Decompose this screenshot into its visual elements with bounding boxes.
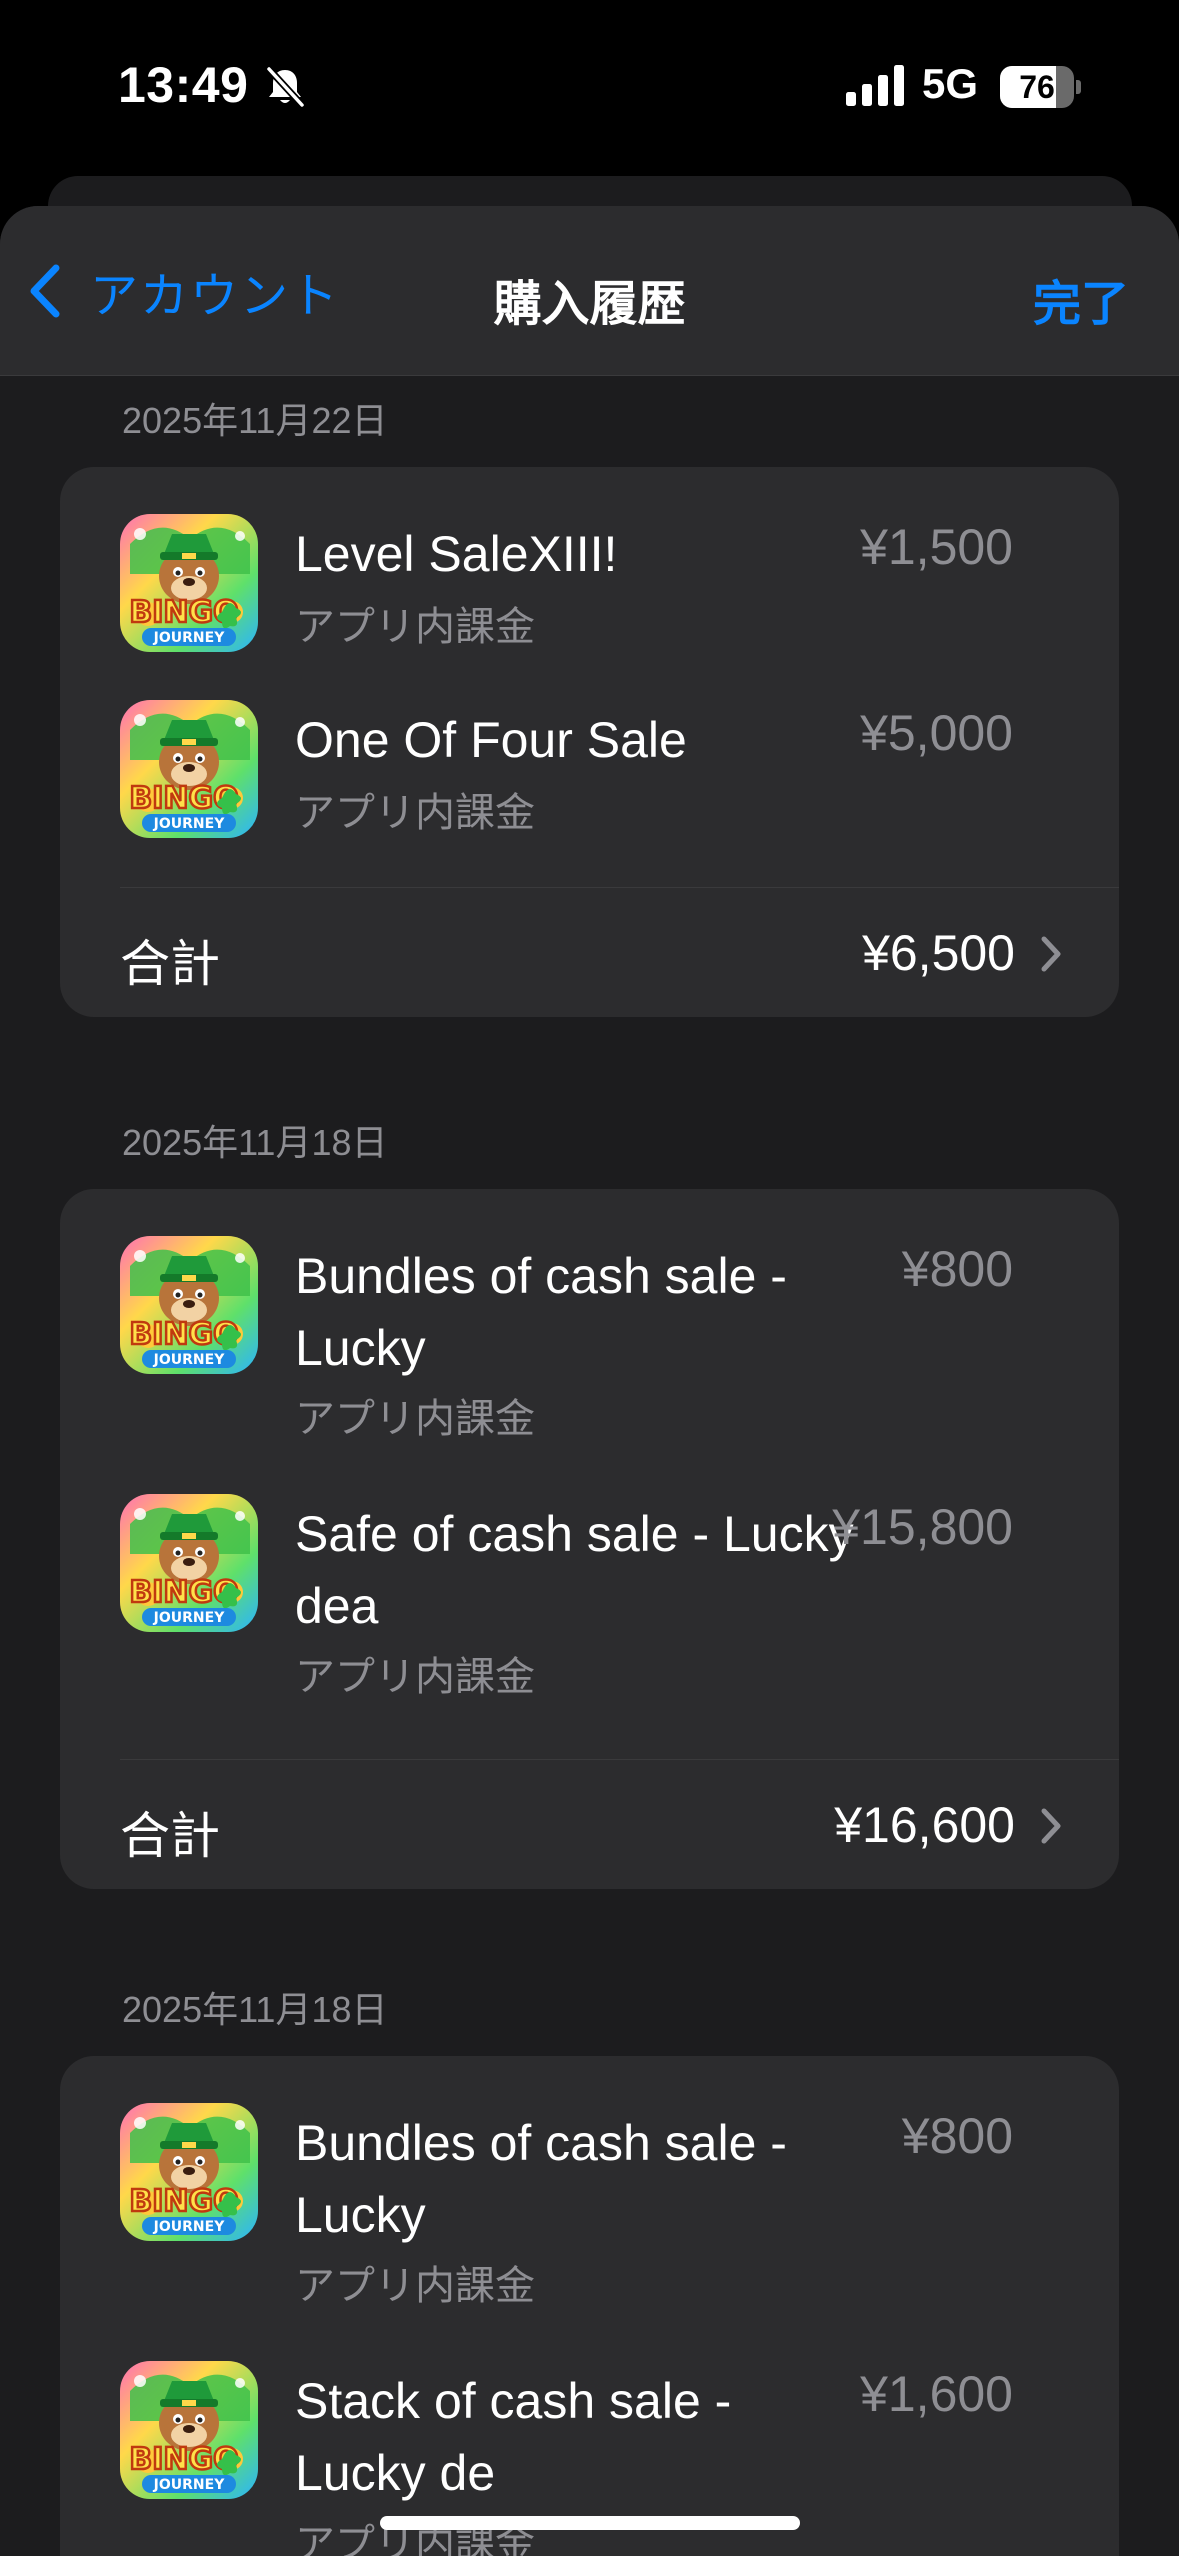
chevron-right-icon bbox=[1041, 936, 1061, 972]
battery-icon: 76 bbox=[1000, 66, 1081, 108]
total-label: 合計 bbox=[120, 936, 220, 992]
purchase-item[interactable]: Bundles of cash sale - Lucky アプリ内課金 ¥800 bbox=[60, 2056, 1119, 2314]
bingo-journey-app-icon bbox=[120, 1494, 258, 1632]
purchase-item[interactable]: Safe of cash sale - Lucky dea アプリ内課金 ¥15… bbox=[60, 1447, 1119, 1727]
cellular-signal-icon bbox=[846, 65, 904, 106]
purchase-history-sheet: アカウント 購入履歴 完了 2025年11月22日 Level SaleXIII… bbox=[0, 206, 1179, 2556]
battery-level: 76 bbox=[1019, 69, 1055, 105]
purchase-item[interactable]: Bundles of cash sale - Lucky アプリ内課金 ¥800 bbox=[60, 1189, 1119, 1447]
item-title: Bundles of cash sale - Lucky bbox=[295, 1248, 787, 1376]
bingo-journey-app-icon bbox=[120, 700, 258, 838]
back-button[interactable]: アカウント bbox=[24, 258, 340, 324]
item-subtitle: アプリ内課金 bbox=[295, 2264, 535, 2308]
item-title: Stack of cash sale - Lucky de bbox=[295, 2373, 732, 2501]
item-price: ¥1,500 bbox=[860, 519, 1013, 575]
total-row[interactable]: 合計 ¥16,600 bbox=[60, 1760, 1119, 1889]
total-label: 合計 bbox=[120, 1808, 220, 1864]
purchase-group: Level SaleXIII! アプリ内課金 ¥1,500 One Of Fou… bbox=[60, 467, 1119, 1017]
bingo-journey-app-icon bbox=[120, 2361, 258, 2499]
item-title: Safe of cash sale - Lucky dea bbox=[295, 1506, 854, 1634]
section-date: 2025年11月18日 bbox=[122, 1122, 388, 1163]
bingo-journey-app-icon bbox=[120, 2103, 258, 2241]
item-subtitle: アプリ内課金 bbox=[295, 1655, 535, 1699]
status-bar: 13:49 5G 76 bbox=[0, 0, 1179, 176]
item-subtitle: アプリ内課金 bbox=[295, 1397, 535, 1441]
home-indicator[interactable] bbox=[380, 2516, 800, 2530]
item-subtitle: アプリ内課金 bbox=[295, 791, 535, 835]
total-row[interactable]: 合計 ¥6,500 bbox=[60, 888, 1119, 1017]
bingo-journey-app-icon bbox=[120, 1236, 258, 1374]
item-subtitle: アプリ内課金 bbox=[295, 605, 535, 649]
bingo-journey-app-icon bbox=[120, 514, 258, 652]
done-button[interactable]: 完了 bbox=[1033, 264, 1129, 334]
item-price: ¥800 bbox=[901, 2108, 1013, 2164]
item-title: Level SaleXIII! bbox=[295, 526, 618, 582]
chevron-left-icon bbox=[30, 264, 60, 318]
item-price: ¥1,600 bbox=[860, 2366, 1013, 2422]
purchase-list[interactable]: 2025年11月22日 Level SaleXIII! アプリ内課金 ¥1,50… bbox=[0, 376, 1179, 2556]
item-title: Bundles of cash sale - Lucky bbox=[295, 2115, 787, 2243]
item-title: One Of Four Sale bbox=[295, 712, 687, 768]
status-time: 13:49 bbox=[118, 57, 249, 113]
item-price: ¥5,000 bbox=[860, 705, 1013, 761]
purchase-item[interactable]: Level SaleXIII! アプリ内課金 ¥1,500 bbox=[60, 467, 1119, 655]
total-value: ¥16,600 bbox=[834, 1797, 1015, 1853]
section-date: 2025年11月18日 bbox=[122, 1989, 388, 2030]
item-price: ¥800 bbox=[901, 1241, 1013, 1297]
chevron-right-icon bbox=[1041, 1808, 1061, 1844]
navigation-bar: アカウント 購入履歴 完了 bbox=[0, 206, 1179, 376]
purchase-group: Bundles of cash sale - Lucky アプリ内課金 ¥800… bbox=[60, 1189, 1119, 1889]
purchase-group: Bundles of cash sale - Lucky アプリ内課金 ¥800… bbox=[60, 2056, 1119, 2556]
section-date: 2025年11月22日 bbox=[122, 400, 388, 441]
purchase-item[interactable]: One Of Four Sale アプリ内課金 ¥5,000 bbox=[60, 655, 1119, 855]
bell-slash-icon bbox=[266, 66, 305, 108]
network-type: 5G bbox=[922, 60, 979, 107]
item-price: ¥15,800 bbox=[832, 1499, 1013, 1555]
total-value: ¥6,500 bbox=[862, 925, 1015, 981]
back-button-label: アカウント bbox=[90, 270, 341, 323]
